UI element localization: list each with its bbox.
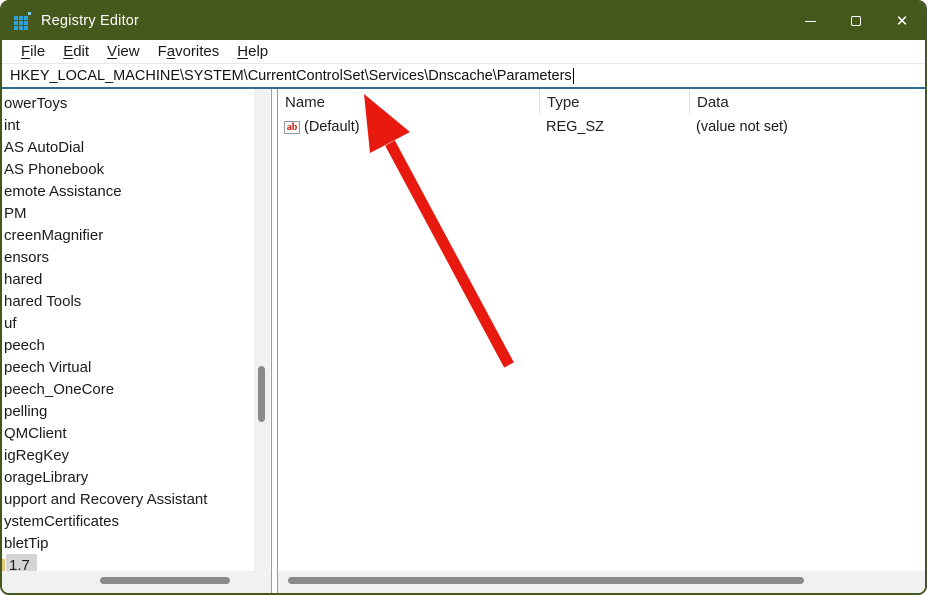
tree-item[interactable]: int (2, 115, 271, 137)
tree-horizontal-scrollbar-thumb[interactable] (100, 577, 230, 584)
tree-list: owerToys int AS AutoDial AS Phonebook em… (2, 89, 271, 578)
menu-item[interactable]: Fa vorites (149, 40, 229, 64)
tree-item[interactable]: creenMagnifier (2, 225, 271, 247)
tree-item[interactable]: bletTip (2, 533, 271, 555)
close-button[interactable]: ✕ (879, 2, 925, 40)
value-type: REG_SZ (546, 119, 605, 135)
tree-item[interactable]: igRegKey (2, 445, 271, 467)
tree-item[interactable]: AS Phonebook (2, 159, 271, 181)
registry-editor-window: Registry Editor ✕ File Edit View Fa vorites H… (0, 0, 927, 595)
values-horizontal-scrollbar[interactable] (278, 571, 925, 593)
value-row[interactable]: ab (Default) REG_SZ (value not set) (278, 115, 925, 139)
column-header-name[interactable]: Name (278, 89, 539, 115)
menu-item[interactable]: Edit (54, 40, 98, 64)
tree-item[interactable]: hared (2, 269, 271, 291)
registry-editor-icon (14, 11, 31, 30)
tree-item[interactable]: owerToys (2, 93, 271, 115)
menu-bar: File Edit View Fa vorites Help (2, 40, 925, 64)
tree-item[interactable]: hared Tools (2, 291, 271, 313)
menu-item[interactable]: File (12, 40, 54, 64)
close-icon: ✕ (895, 12, 909, 30)
tree-item[interactable]: uf (2, 313, 271, 335)
window-title: Registry Editor (41, 13, 140, 29)
value-data: (value not set) (696, 119, 788, 135)
tree-item[interactable]: orageLibrary (2, 467, 271, 489)
title-bar[interactable]: Registry Editor ✕ (2, 2, 925, 40)
address-path: HKEY_LOCAL_MACHINE\SYSTEM\CurrentControl… (10, 67, 572, 84)
tree-item[interactable]: emote Assistance (2, 181, 271, 203)
tree-item[interactable]: PM (2, 203, 271, 225)
column-header-data[interactable]: Data (689, 89, 925, 115)
tree-item[interactable]: AS AutoDial (2, 137, 271, 159)
tree-item[interactable]: ensors (2, 247, 271, 269)
tree-item[interactable]: peech (2, 335, 271, 357)
tree-vertical-scrollbar-thumb[interactable] (258, 366, 265, 422)
address-bar[interactable]: HKEY_LOCAL_MACHINE\SYSTEM\CurrentControl… (2, 64, 925, 89)
tree-item[interactable]: QMClient (2, 423, 271, 445)
registry-tree-pane: owerToys int AS AutoDial AS Phonebook em… (2, 89, 271, 593)
list-header: Name Type Data (278, 89, 925, 115)
tree-horizontal-scrollbar[interactable] (2, 571, 271, 593)
values-pane: Name Type Data ab (Default) REG_SZ (valu… (278, 89, 925, 593)
menu-item[interactable]: Help (228, 40, 277, 64)
maximize-button[interactable] (833, 2, 879, 40)
reg-sz-ab-icon: ab (284, 120, 300, 134)
tree-item[interactable]: upport and Recovery Assistant (2, 489, 271, 511)
menu-item[interactable]: View (98, 40, 149, 64)
pane-splitter[interactable] (271, 89, 278, 593)
tree-vertical-scrollbar[interactable] (254, 89, 270, 571)
minimize-icon (804, 20, 816, 22)
values-horizontal-scrollbar-thumb[interactable] (288, 577, 804, 584)
text-caret (572, 67, 574, 84)
minimize-button[interactable] (787, 2, 833, 40)
column-header-type[interactable]: Type (539, 89, 689, 115)
tree-item[interactable]: ystemCertificates (2, 511, 271, 533)
maximize-icon (851, 16, 861, 26)
tree-item[interactable]: peech Virtual (2, 357, 271, 379)
value-name: (Default) (304, 119, 360, 135)
tree-item[interactable]: pelling (2, 401, 271, 423)
tree-item[interactable]: peech_OneCore (2, 379, 271, 401)
